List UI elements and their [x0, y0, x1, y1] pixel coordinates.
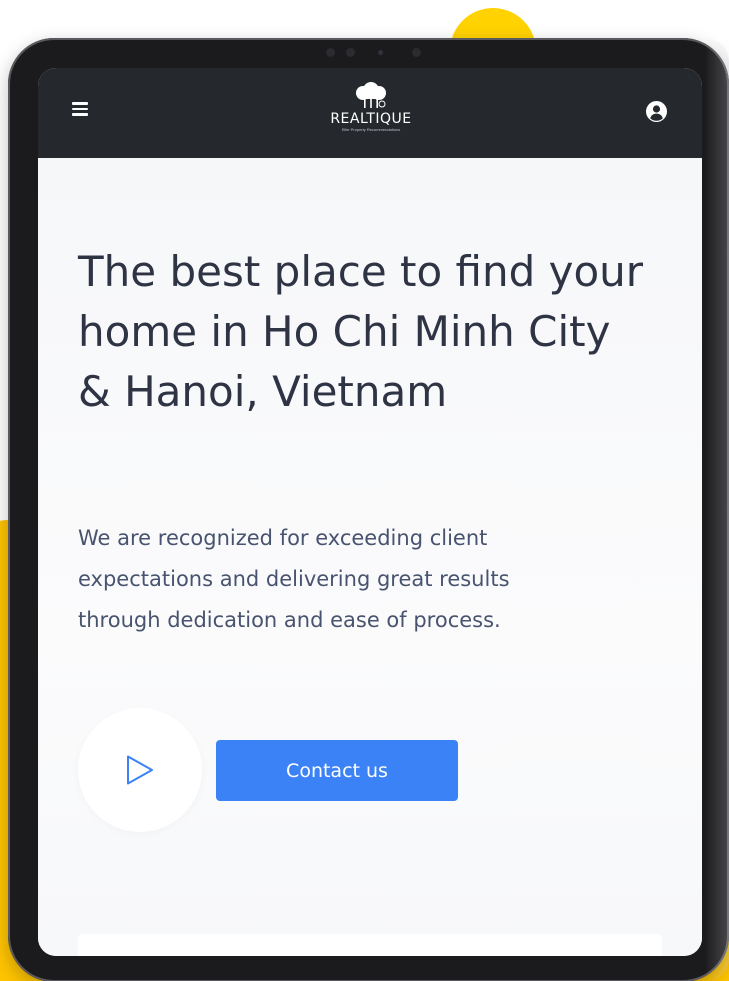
camera-lens: [326, 48, 335, 57]
hero-title: The best place to find your home in Ho C…: [78, 247, 644, 416]
hero-section: The best place to find your home in Ho C…: [38, 158, 702, 956]
hero-description: We are recognized for exceeding client e…: [78, 526, 510, 632]
content-card: [78, 934, 662, 956]
tree-logo-icon: [356, 82, 386, 108]
play-icon: [127, 755, 153, 785]
contact-us-button[interactable]: Contact us: [216, 740, 458, 801]
top-navbar: REALTIQUE Elite Property Recommendations: [38, 68, 702, 158]
camera-indicator: [378, 50, 383, 55]
play-video-button[interactable]: [78, 708, 202, 832]
camera-sensor-secondary: [412, 48, 421, 57]
brand-name: REALTIQUE: [330, 111, 412, 127]
page-background: REALTIQUE Elite Property Recommendations…: [0, 0, 729, 981]
tablet-edge: [705, 38, 729, 981]
camera-bar: [320, 44, 440, 60]
user-circle-icon[interactable]: [646, 101, 667, 122]
brand-logo[interactable]: REALTIQUE Elite Property Recommendations: [306, 82, 436, 146]
tablet-frame: REALTIQUE Elite Property Recommendations…: [8, 38, 729, 981]
hamburger-menu-icon[interactable]: [72, 102, 88, 116]
brand-tagline: Elite Property Recommendations: [341, 127, 401, 132]
tablet-screen: REALTIQUE Elite Property Recommendations…: [38, 68, 702, 956]
camera-sensor: [346, 48, 355, 57]
